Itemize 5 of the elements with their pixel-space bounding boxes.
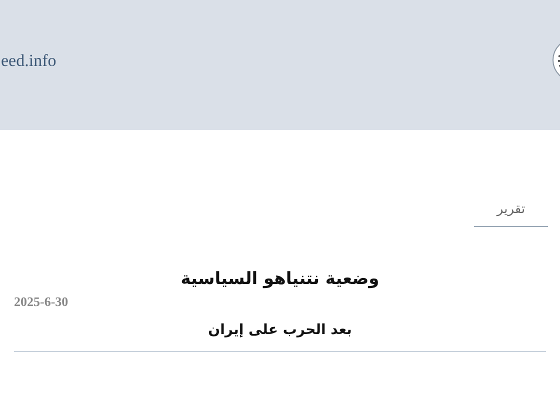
article-subtitle: بعد الحرب على إيران — [207, 320, 353, 340]
article-date: 2025-6-30 — [14, 293, 68, 311]
site-name[interactable]: eed.info — [1, 48, 56, 74]
category-tab[interactable]: تقرير — [474, 200, 548, 226]
article-title: وضعية نتنياهو السياسية — [180, 268, 380, 290]
